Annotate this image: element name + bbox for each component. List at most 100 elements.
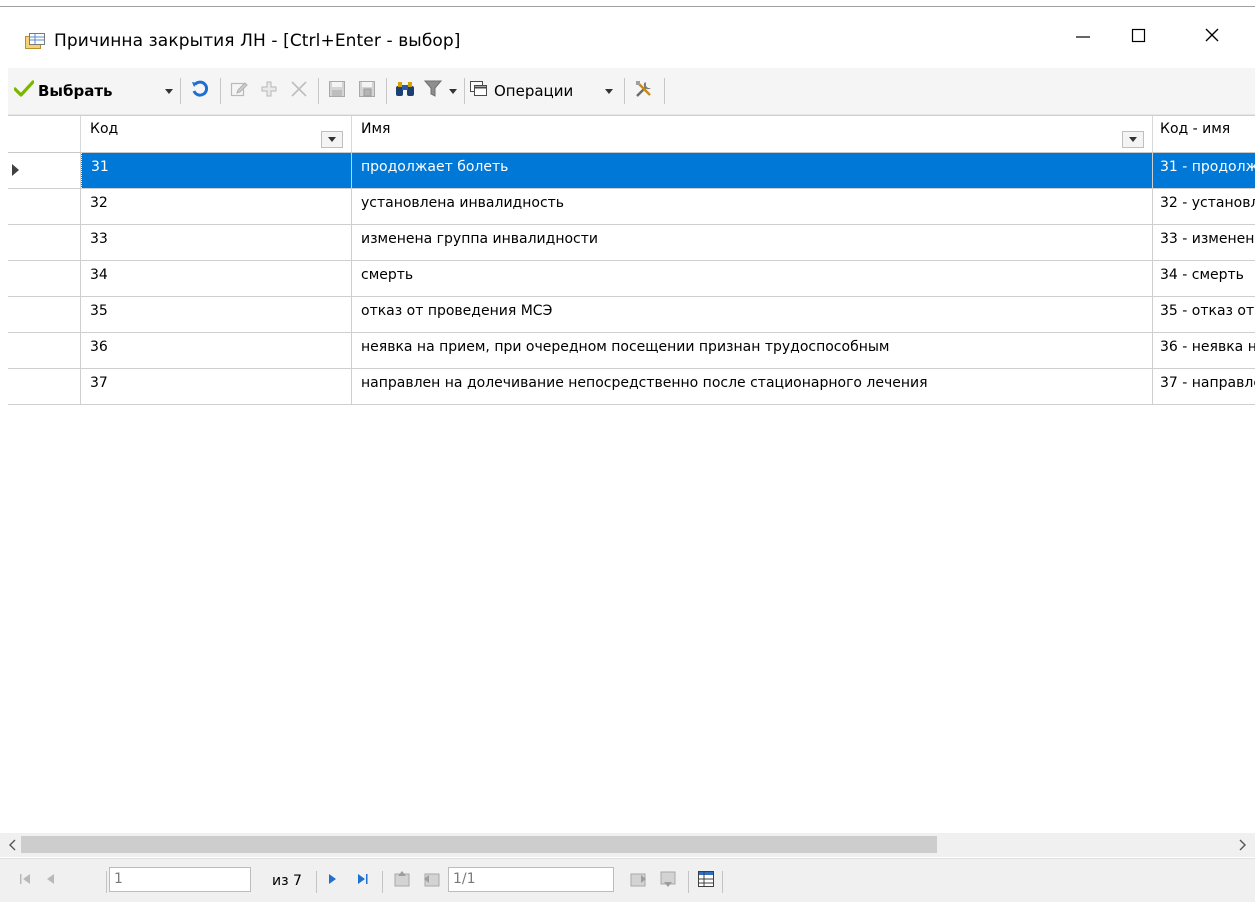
select-dropdown-button[interactable] xyxy=(162,68,176,114)
operations-button-label: Операции xyxy=(494,82,574,100)
cell-code[interactable]: 35 xyxy=(81,297,352,332)
filter-button[interactable] xyxy=(420,68,446,114)
add-button[interactable] xyxy=(256,68,282,114)
save-all-button[interactable] xyxy=(354,68,380,114)
horizontal-scrollbar[interactable] xyxy=(0,833,1255,857)
record-navigator: 1 из 7 1/1 xyxy=(0,858,1255,902)
cell-code[interactable]: 37 xyxy=(81,369,352,404)
windows-stack-icon xyxy=(470,81,488,101)
folder-table-icon xyxy=(25,33,45,49)
previous-icon xyxy=(44,872,58,890)
table-row[interactable]: 34 смерть 34 - смерть xyxy=(8,261,1255,297)
last-page-icon xyxy=(356,872,370,890)
next-icon xyxy=(326,872,340,890)
row-header[interactable] xyxy=(8,153,81,188)
cell-code-name[interactable]: 36 - неявка на прием, при очередном посе… xyxy=(1153,333,1255,368)
table-row[interactable]: 31 продолжает болеть 31 - продолжает бол… xyxy=(8,153,1255,189)
column-header-code[interactable]: Код xyxy=(81,116,352,152)
scrollbar-thumb[interactable] xyxy=(21,836,937,853)
cell-name[interactable]: продолжает болеть xyxy=(352,153,1153,188)
cell-code[interactable]: 34 xyxy=(81,261,352,296)
row-header[interactable] xyxy=(8,261,81,296)
table-row[interactable]: 33 изменена группа инвалидности 33 - изм… xyxy=(8,225,1255,261)
cell-code[interactable]: 31 xyxy=(81,153,352,188)
save-button[interactable] xyxy=(324,68,350,114)
navigator-separator xyxy=(106,871,107,893)
cell-code-name[interactable]: 33 - изменена группа инвалидности xyxy=(1153,225,1255,260)
column-header-label: Код xyxy=(90,121,119,137)
settings-button[interactable] xyxy=(630,68,658,114)
cell-name[interactable]: установлена инвалидность xyxy=(352,189,1153,224)
edit-button[interactable] xyxy=(226,68,252,114)
previous-record-button[interactable] xyxy=(40,859,62,902)
table-row[interactable]: 35 отказ от проведения МСЭ 35 - отказ от… xyxy=(8,297,1255,333)
refresh-button[interactable] xyxy=(186,68,214,114)
page-forward-icon xyxy=(629,870,647,892)
toolbar-separator xyxy=(624,78,625,104)
checkmark-icon xyxy=(13,80,35,102)
next-page-button[interactable] xyxy=(656,859,680,902)
toolbar-separator xyxy=(180,78,181,104)
cell-code-name[interactable]: 34 - смерть xyxy=(1153,261,1255,296)
cell-code[interactable]: 36 xyxy=(81,333,352,368)
cell-name[interactable]: направлен на долечивание непосредственно… xyxy=(352,369,1153,404)
chevron-down-icon xyxy=(605,88,613,94)
operations-button[interactable]: Операции xyxy=(470,68,598,114)
row-header-corner xyxy=(8,116,81,152)
page-back-button[interactable] xyxy=(420,859,444,902)
row-header[interactable] xyxy=(8,225,81,260)
row-header[interactable] xyxy=(8,333,81,368)
page-up-icon xyxy=(393,870,411,892)
filter-dropdown-button[interactable] xyxy=(446,68,460,114)
cell-code-name[interactable]: 37 - направлен на долечивание непосредст… xyxy=(1153,369,1255,404)
table-row[interactable]: 32 установлена инвалидность 32 - установ… xyxy=(8,189,1255,225)
row-pointer-icon xyxy=(12,164,19,176)
plus-icon xyxy=(260,80,278,102)
chevron-down-icon xyxy=(1129,137,1137,142)
navigator-separator xyxy=(688,871,689,893)
column-filter-button[interactable] xyxy=(321,131,343,148)
operations-dropdown-button[interactable] xyxy=(602,68,616,114)
column-header-name[interactable]: Имя xyxy=(352,116,1153,152)
window-title: Причинна закрытия ЛН - [Ctrl+Enter - выб… xyxy=(54,31,461,51)
current-record-input[interactable]: 1 xyxy=(109,867,251,892)
cell-code-name[interactable]: 35 - отказ от проведения МСЭ xyxy=(1153,297,1255,332)
last-record-button[interactable] xyxy=(352,859,374,902)
table-row[interactable]: 36 неявка на прием, при очередном посеще… xyxy=(8,333,1255,369)
delete-button[interactable] xyxy=(286,68,312,114)
grid-view-button[interactable] xyxy=(694,859,718,902)
cell-code-name[interactable]: 31 - продолжает болеть xyxy=(1153,153,1255,188)
cell-name[interactable]: неявка на прием, при очередном посещении… xyxy=(352,333,1153,368)
select-button[interactable]: Выбрать xyxy=(13,68,132,114)
toolbar-separator xyxy=(464,78,465,104)
table-row[interactable]: 37 направлен на долечивание непосредстве… xyxy=(8,369,1255,405)
grid-header: Код Имя Код - имя xyxy=(8,116,1255,153)
page-forward-button[interactable] xyxy=(626,859,650,902)
select-button-label: Выбрать xyxy=(38,82,113,100)
row-header[interactable] xyxy=(8,297,81,332)
previous-page-button[interactable] xyxy=(390,859,414,902)
cell-name[interactable]: смерть xyxy=(352,261,1153,296)
cell-code[interactable]: 33 xyxy=(81,225,352,260)
data-grid: Код Имя Код - имя 31 продолжает болеть 3… xyxy=(8,115,1255,833)
cell-name[interactable]: изменена группа инвалидности xyxy=(352,225,1153,260)
scroll-right-button[interactable] xyxy=(1231,833,1255,857)
first-record-button[interactable] xyxy=(14,859,36,902)
page-down-icon xyxy=(659,870,677,892)
chevron-down-icon xyxy=(165,88,173,94)
row-header[interactable] xyxy=(8,189,81,224)
cell-name[interactable]: отказ от проведения МСЭ xyxy=(352,297,1153,332)
find-button[interactable] xyxy=(392,68,418,114)
cell-code-name[interactable]: 32 - установлена инвалидность xyxy=(1153,189,1255,224)
close-button[interactable] xyxy=(1169,7,1255,63)
navigator-separator xyxy=(722,871,723,893)
chevron-down-icon xyxy=(328,137,336,142)
save-icon xyxy=(328,80,346,102)
next-record-button[interactable] xyxy=(322,859,344,902)
column-header-code-name[interactable]: Код - имя xyxy=(1153,116,1255,152)
cell-code[interactable]: 32 xyxy=(81,189,352,224)
first-page-icon xyxy=(18,872,32,890)
page-indicator[interactable]: 1/1 xyxy=(448,867,614,892)
row-header[interactable] xyxy=(8,369,81,404)
column-filter-button[interactable] xyxy=(1122,131,1144,148)
